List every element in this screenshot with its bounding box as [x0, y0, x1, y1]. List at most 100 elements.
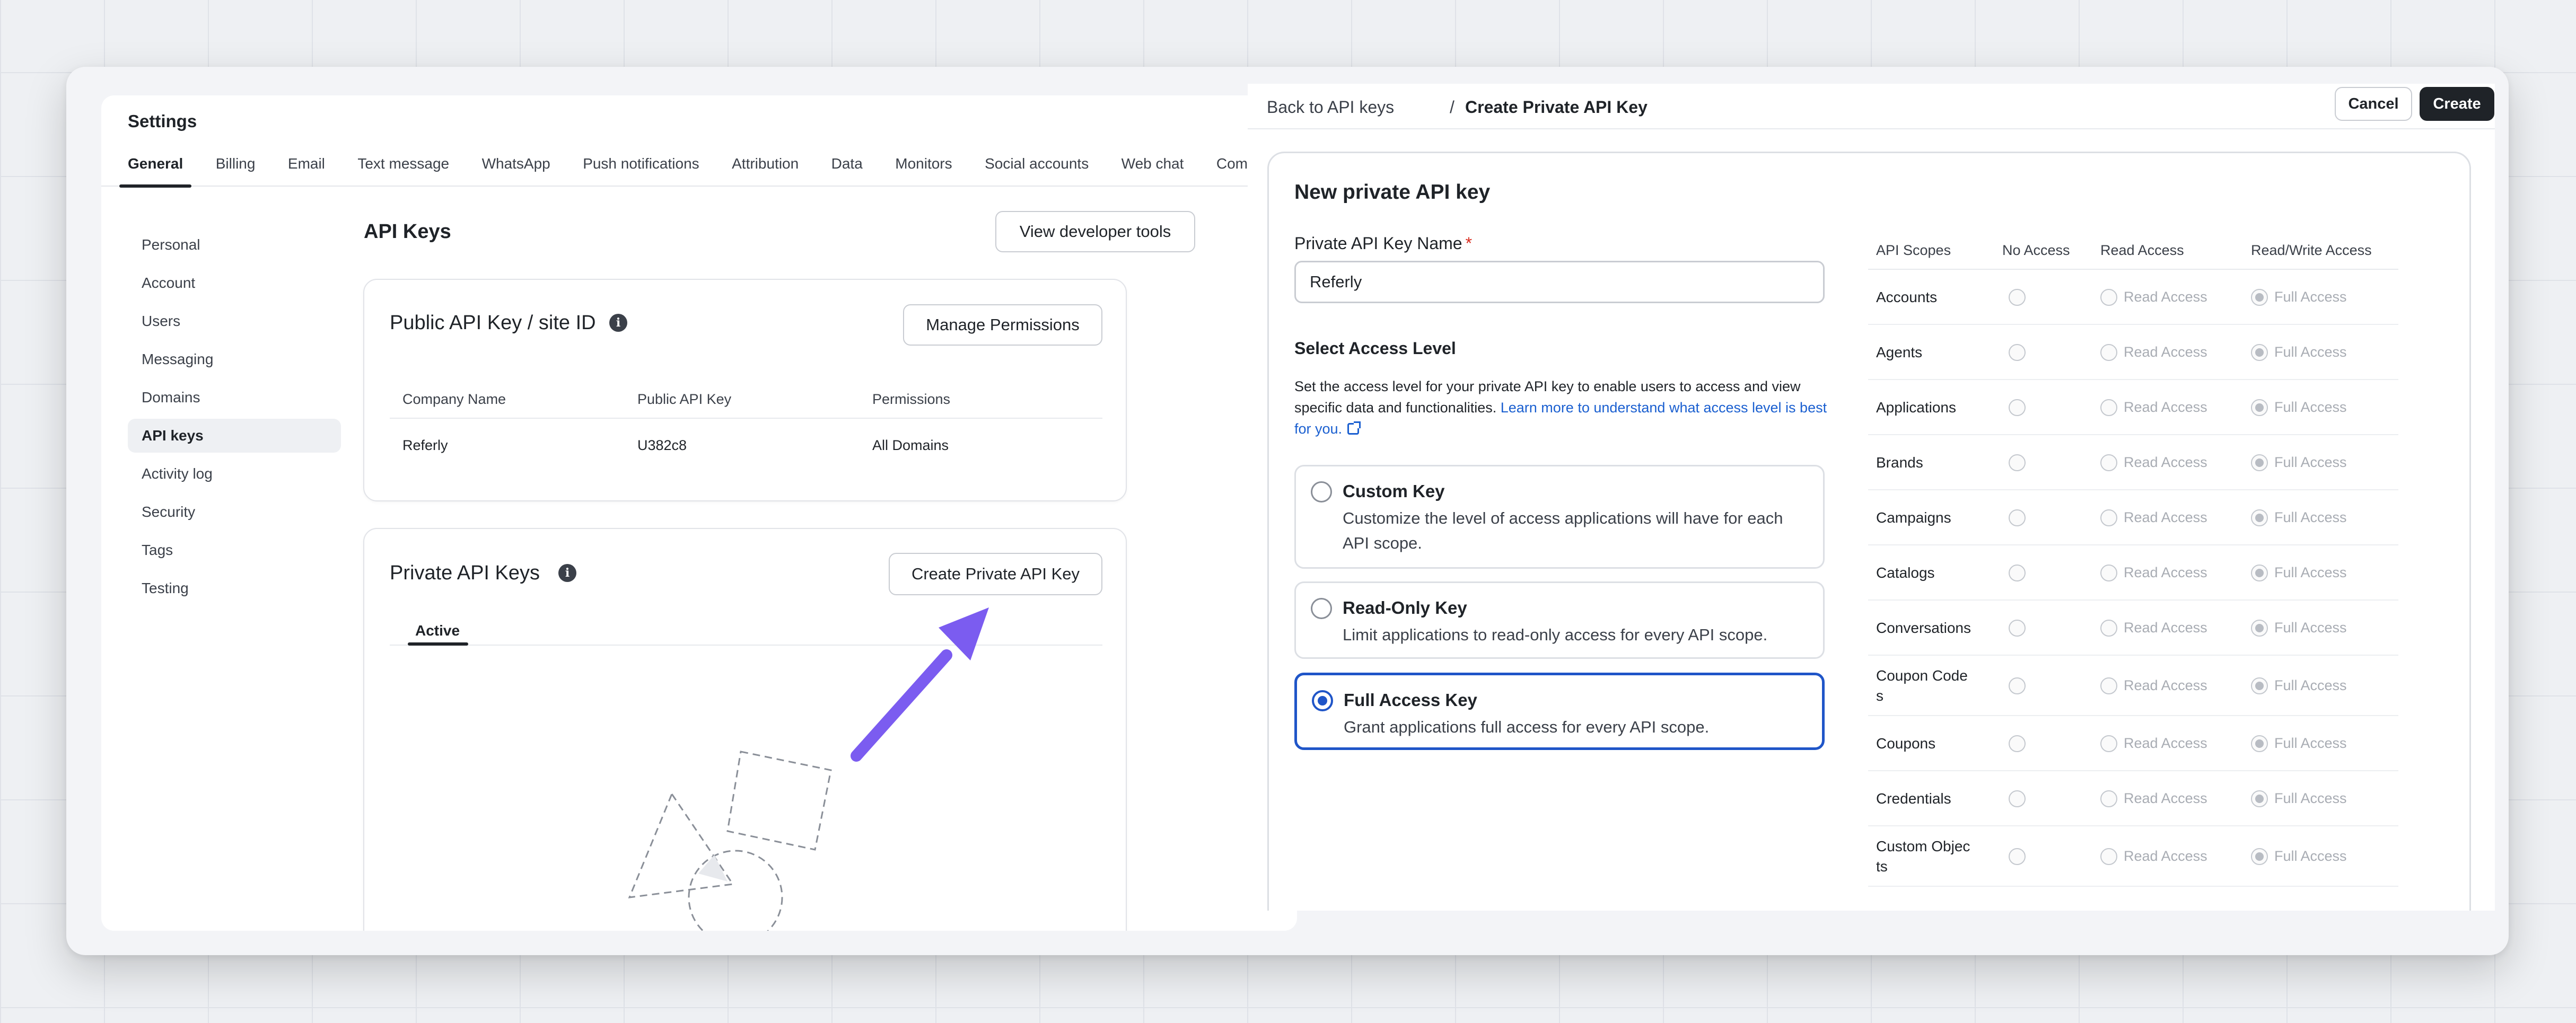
- settings-title: Settings: [128, 111, 197, 131]
- read-access-radio[interactable]: [2100, 848, 2117, 865]
- full-access-label: Full Access: [2274, 735, 2347, 751]
- read-access-radio[interactable]: [2100, 790, 2117, 807]
- full-access-key-radio[interactable]: [1312, 690, 1333, 711]
- read-only-key-radio[interactable]: [1311, 598, 1332, 619]
- option-read-only-key[interactable]: Read-Only Key Limit applications to read…: [1294, 581, 1825, 659]
- create-private-api-key-button[interactable]: Create Private API Key: [889, 553, 1102, 595]
- key-name-label-text: Private API Key Name: [1294, 234, 1462, 253]
- column-header-read-access: Read Access: [2100, 242, 2184, 258]
- permissions-cell: All Domains: [872, 437, 949, 453]
- full-access-label: Full Access: [2274, 565, 2347, 580]
- tab-billing[interactable]: Billing: [216, 152, 256, 187]
- read-access-radio[interactable]: [2100, 565, 2117, 581]
- no-access-radio[interactable]: [2009, 565, 2026, 581]
- read-access-radio[interactable]: [2100, 620, 2117, 637]
- tab-text-message[interactable]: Text message: [357, 152, 449, 187]
- scope-name: Conversations: [1876, 620, 1971, 636]
- full-access-radio[interactable]: [2251, 620, 2268, 637]
- read-access-radio[interactable]: [2100, 344, 2117, 361]
- no-access-radio[interactable]: [2009, 454, 2026, 471]
- custom-key-radio[interactable]: [1311, 481, 1332, 502]
- breadcrumb-current: Create Private API Key: [1465, 98, 1648, 117]
- sidebar-item-security[interactable]: Security: [128, 495, 341, 529]
- full-access-radio[interactable]: [2251, 848, 2268, 865]
- scope-name: Catalogs: [1876, 565, 1935, 581]
- full-access-radio[interactable]: [2251, 790, 2268, 807]
- full-access-radio[interactable]: [2251, 344, 2268, 361]
- sidebar-item-activity-log[interactable]: Activity log: [128, 457, 341, 491]
- tab-whatsapp[interactable]: WhatsApp: [482, 152, 550, 187]
- full-access-radio[interactable]: [2251, 289, 2268, 306]
- no-access-radio[interactable]: [2009, 399, 2026, 416]
- option-full-access-key[interactable]: Full Access Key Grant applications full …: [1294, 673, 1825, 750]
- full-access-radio[interactable]: [2251, 735, 2268, 752]
- tab-general[interactable]: General: [119, 152, 192, 188]
- option-description: Grant applications full access for every…: [1344, 718, 1710, 736]
- sidebar-item-messaging[interactable]: Messaging: [128, 342, 341, 376]
- full-access-radio[interactable]: [2251, 677, 2268, 694]
- option-title: Read-Only Key: [1343, 598, 1467, 618]
- no-access-radio[interactable]: [2009, 735, 2026, 752]
- empty-state-illustration: [628, 751, 832, 931]
- sidebar-item-personal[interactable]: Personal: [128, 228, 341, 262]
- read-access-radio[interactable]: [2100, 735, 2117, 752]
- scope-row: Catalogs Read Access Full Access: [1868, 545, 2398, 601]
- sidebar-item-testing[interactable]: Testing: [128, 571, 341, 605]
- full-access-radio[interactable]: [2251, 454, 2268, 471]
- settings-sidebar: Personal Account Users Messaging Domains…: [128, 228, 341, 610]
- cancel-button[interactable]: Cancel: [2335, 87, 2412, 121]
- breadcrumb-back-link[interactable]: Back to API keys: [1267, 98, 1394, 117]
- option-description: Limit applications to read-only access f…: [1343, 625, 1768, 644]
- option-custom-key[interactable]: Custom Key Customize the level of access…: [1294, 465, 1825, 569]
- column-header-company-name: Company Name: [402, 391, 506, 407]
- read-access-radio[interactable]: [2100, 289, 2117, 306]
- no-access-radio[interactable]: [2009, 848, 2026, 865]
- create-button[interactable]: Create: [2420, 87, 2494, 121]
- tab-email[interactable]: Email: [288, 152, 325, 187]
- no-access-radio[interactable]: [2009, 289, 2026, 306]
- tab-data[interactable]: Data: [831, 152, 863, 187]
- read-access-label: Read Access: [2124, 454, 2207, 470]
- arrow-annotation-icon: [851, 607, 989, 762]
- sidebar-item-domains[interactable]: Domains: [128, 381, 341, 415]
- scopes-header-row: API Scopes No Access Read Access Read/Wr…: [1868, 237, 2398, 270]
- full-access-label: Full Access: [2274, 620, 2347, 636]
- key-name-input[interactable]: [1294, 261, 1825, 303]
- sidebar-item-api-keys[interactable]: API keys: [128, 419, 341, 453]
- tab-web-chat[interactable]: Web chat: [1121, 152, 1184, 187]
- scope-row: Agents Read Access Full Access: [1868, 325, 2398, 380]
- scope-row: Coupon Code s Read Access Full Access: [1868, 656, 2398, 716]
- manage-permissions-button[interactable]: Manage Permissions: [903, 304, 1102, 346]
- public-api-key-card: Public API Key / site ID i Manage Permis…: [363, 279, 1127, 501]
- no-access-radio[interactable]: [2009, 509, 2026, 526]
- tab-social-accounts[interactable]: Social accounts: [985, 152, 1089, 187]
- no-access-radio[interactable]: [2009, 790, 2026, 807]
- full-access-radio[interactable]: [2251, 399, 2268, 416]
- no-access-radio[interactable]: [2009, 344, 2026, 361]
- full-access-radio[interactable]: [2251, 565, 2268, 581]
- info-icon[interactable]: i: [558, 564, 576, 582]
- full-access-radio[interactable]: [2251, 509, 2268, 526]
- no-access-radio[interactable]: [2009, 620, 2026, 637]
- tab-monitors[interactable]: Monitors: [895, 152, 952, 187]
- view-developer-tools-button[interactable]: View developer tools: [995, 211, 1195, 252]
- tab-active[interactable]: Active: [415, 622, 460, 639]
- info-icon[interactable]: i: [609, 314, 627, 332]
- read-access-radio[interactable]: [2100, 454, 2117, 471]
- read-access-radio[interactable]: [2100, 399, 2117, 416]
- external-link-icon: [1347, 421, 1361, 435]
- read-access-radio[interactable]: [2100, 509, 2117, 526]
- scope-row: Coupons Read Access Full Access: [1868, 716, 2398, 771]
- column-header-no-access: No Access: [2002, 242, 2070, 258]
- column-header-permissions: Permissions: [872, 391, 951, 407]
- sidebar-item-account[interactable]: Account: [128, 266, 341, 300]
- sidebar-item-users[interactable]: Users: [128, 304, 341, 338]
- read-access-radio[interactable]: [2100, 677, 2117, 694]
- sidebar-item-tags[interactable]: Tags: [128, 533, 341, 567]
- column-header-api-scopes: API Scopes: [1876, 242, 1951, 258]
- read-access-label: Read Access: [2124, 677, 2207, 693]
- tab-attribution[interactable]: Attribution: [732, 152, 799, 187]
- tab-com[interactable]: Com: [1216, 152, 1248, 187]
- tab-push-notifications[interactable]: Push notifications: [583, 152, 699, 187]
- no-access-radio[interactable]: [2009, 677, 2026, 694]
